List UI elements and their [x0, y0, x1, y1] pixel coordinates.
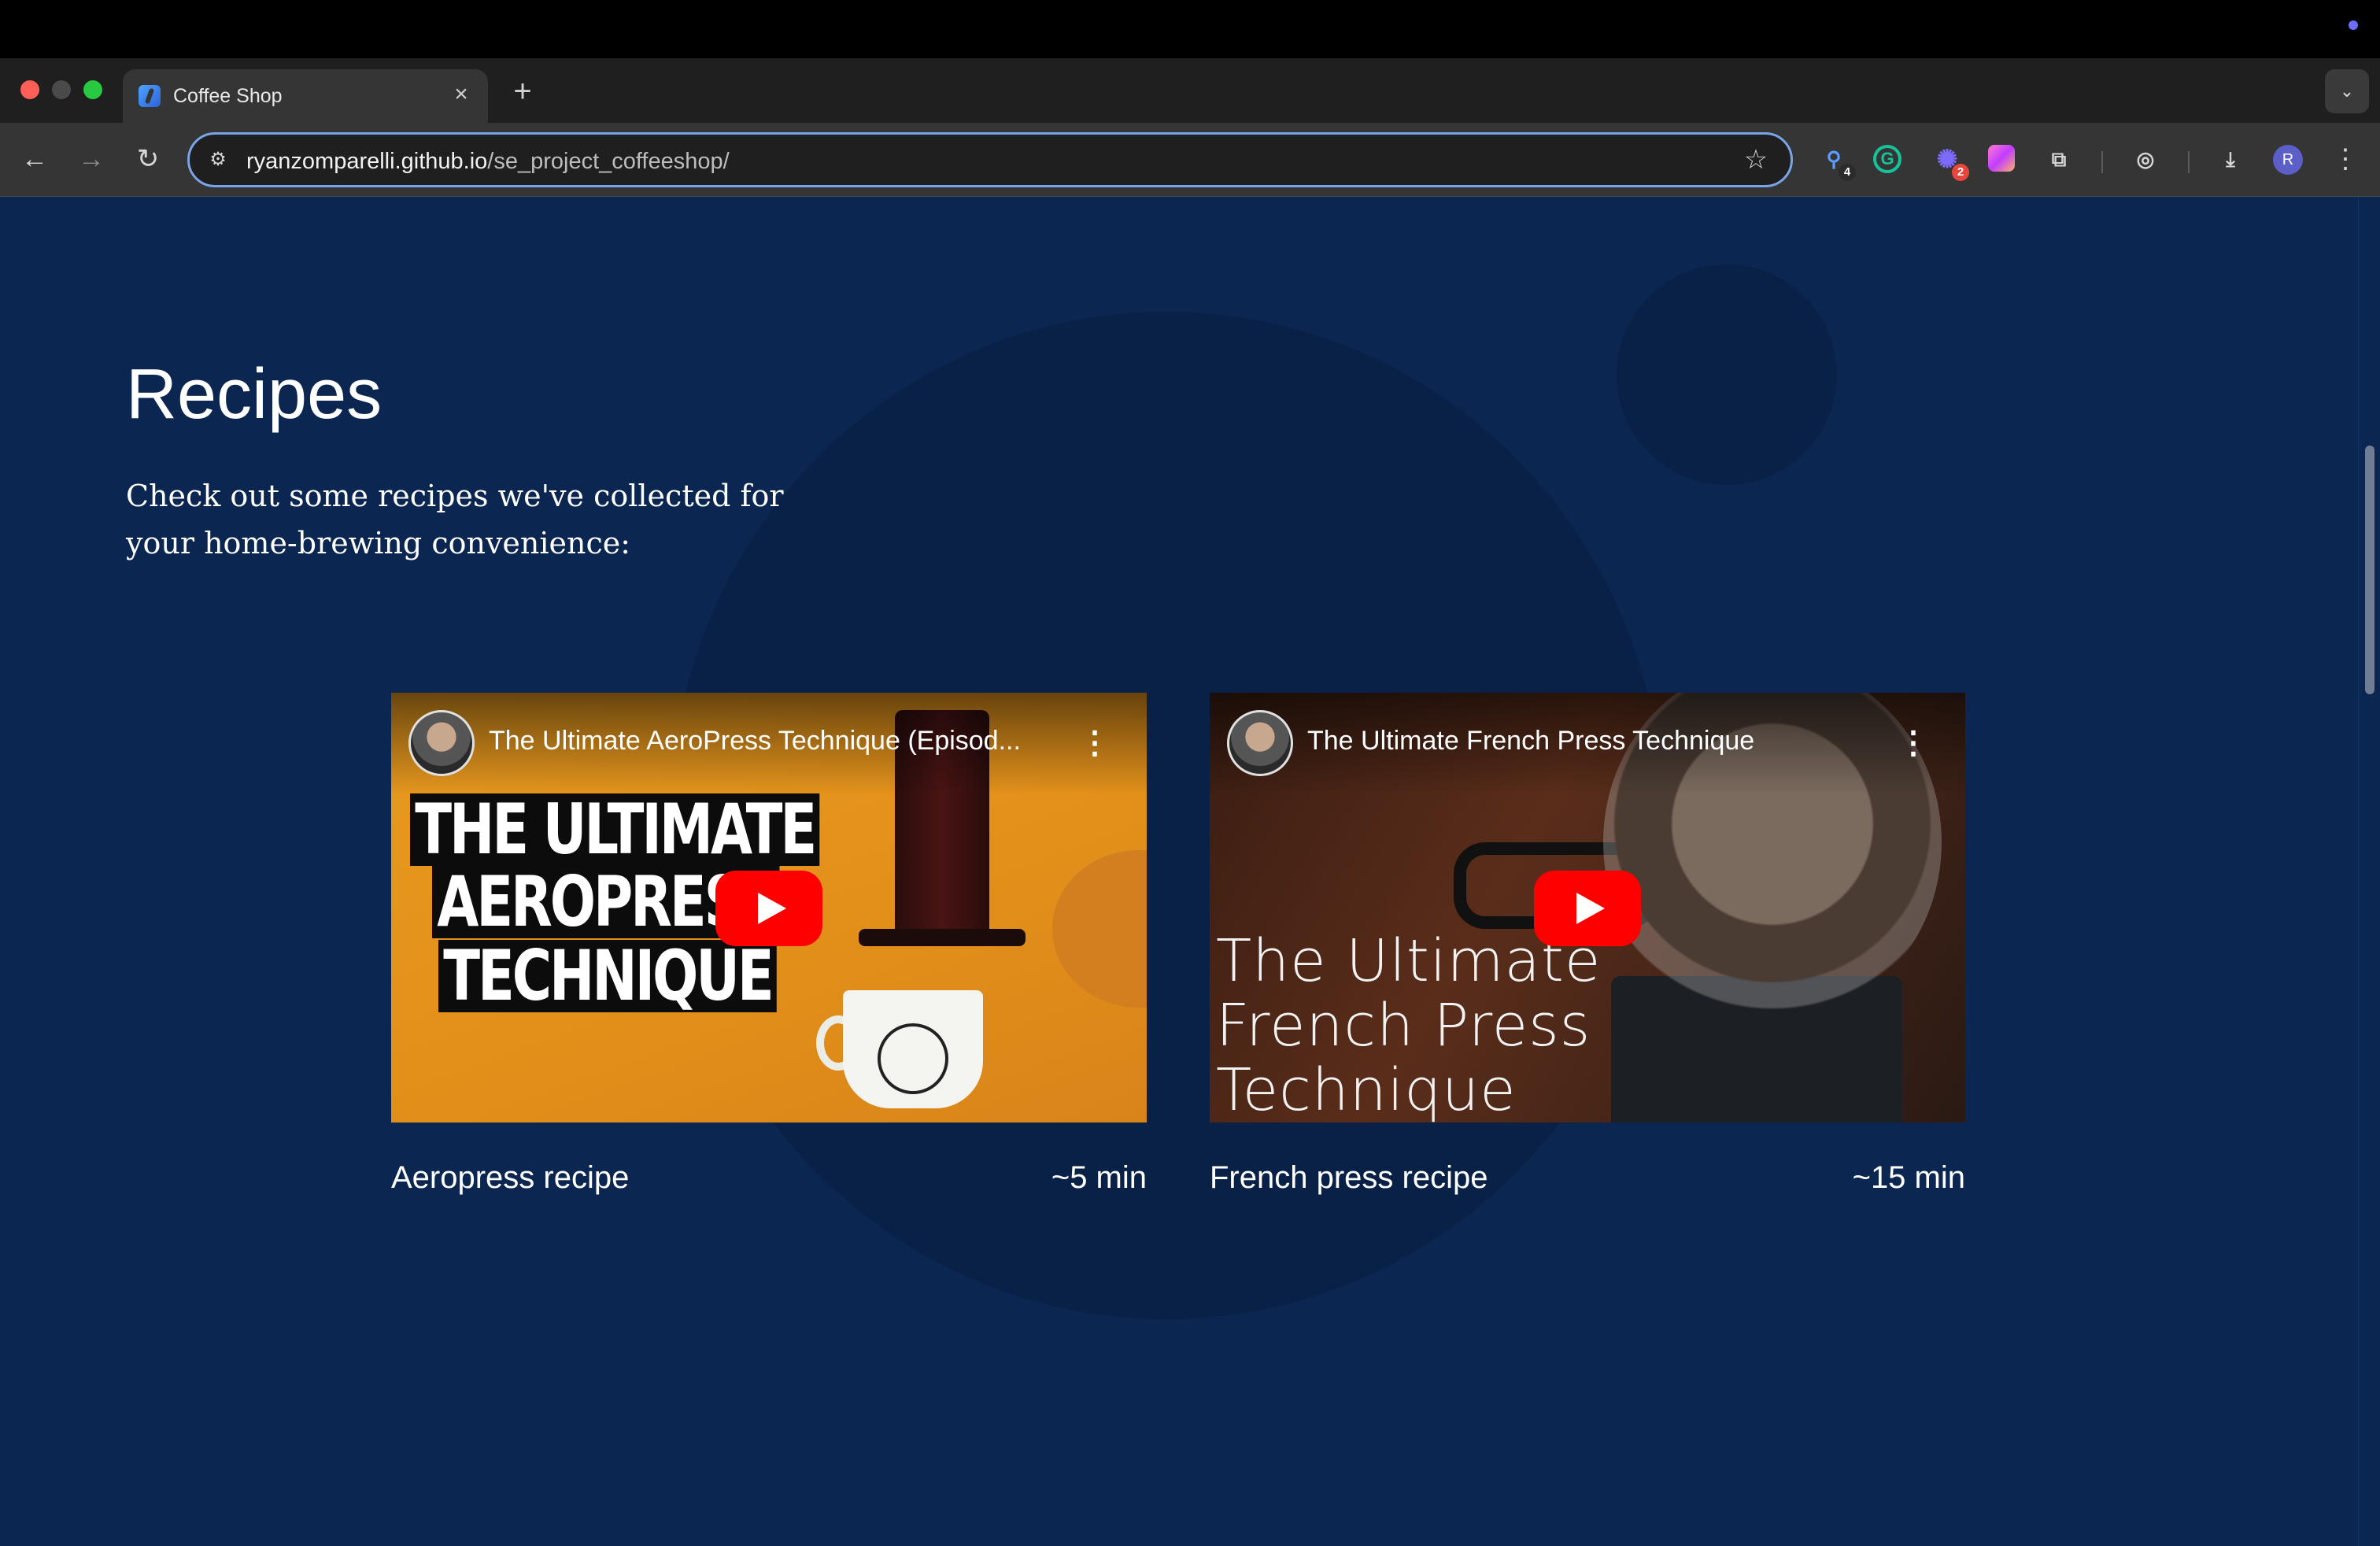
extensions-puzzle-icon[interactable]: ⧉	[2042, 142, 2076, 176]
browser-toolbar: ← → ↻ ⚙ ryanzomparelli.github.io/se_proj…	[0, 123, 2380, 197]
grammarly-icon[interactable]: G	[1873, 145, 1901, 173]
recipe-card: The Ultimate French Press Technique The …	[1210, 693, 1965, 1195]
channel-avatar[interactable]	[408, 710, 475, 776]
video-embed-aeropress[interactable]: THE ULTIMATE AEROPRESS TECHNIQUE The Ult…	[391, 693, 1147, 1123]
video-more-icon[interactable]: ⋮	[1079, 721, 1111, 765]
extension-1-icon[interactable]: ⚲ 4	[1816, 142, 1856, 181]
downloads-icon[interactable]: ⤓	[2213, 142, 2248, 176]
video-embed-french-press[interactable]: The Ultimate French Press Technique The …	[1210, 693, 1965, 1123]
coffee-bean-favicon-icon	[139, 85, 161, 107]
card-footer: Aeropress recipe ~5 min	[391, 1123, 1147, 1195]
browser-menu-icon[interactable]: ⋮	[2330, 142, 2361, 176]
aeropress-base-graphic	[859, 929, 1026, 946]
thumbnail-text: TECHNIQUE	[438, 940, 777, 1012]
bookmark-star-icon[interactable]: ☆	[1740, 144, 1772, 176]
tab-title: Coffee Shop	[173, 85, 283, 107]
recipe-name: French press recipe	[1210, 1160, 1488, 1195]
thumbnail-text-line: Technique	[1216, 1056, 1517, 1123]
back-button[interactable]: ←	[16, 140, 54, 178]
video-title[interactable]: The Ultimate French Press Technique	[1307, 726, 1874, 756]
video-more-icon[interactable]: ⋮	[1898, 721, 1929, 765]
google-lens-icon[interactable]: ◎	[2128, 142, 2163, 176]
site-settings-icon[interactable]: ⚙	[205, 147, 231, 172]
extension-badge: 2	[1952, 164, 1969, 181]
channel-avatar[interactable]	[1227, 710, 1293, 776]
tab-search-button[interactable]: ⌄	[2325, 69, 2369, 113]
extension-4-icon[interactable]	[1988, 145, 2015, 172]
coffee-splash-graphic	[1052, 850, 1147, 1008]
toolbar-divider	[2188, 151, 2190, 173]
url-path: /se_project_coffeeshop/	[487, 149, 730, 174]
card-footer: French press recipe ~15 min	[1210, 1123, 1965, 1195]
os-menu-bar	[0, 0, 2380, 58]
minimize-window-button[interactable]	[52, 80, 71, 99]
mug-logo-graphic	[878, 1023, 948, 1094]
play-button-icon[interactable]	[1534, 871, 1641, 946]
recipe-name: Aeropress recipe	[391, 1160, 630, 1195]
recipe-time: ~5 min	[1051, 1160, 1147, 1195]
thumbnail-text: The Ultimate French Press Technique	[1216, 929, 1601, 1123]
thumbnail-text: THE ULTIMATE	[410, 793, 820, 866]
url-host: ryanzomparelli.github.io	[246, 149, 488, 174]
recipe-card: THE ULTIMATE AEROPRESS TECHNIQUE The Ult…	[391, 693, 1147, 1195]
status-indicator-icon	[2349, 20, 2358, 30]
forward-button[interactable]: →	[72, 140, 110, 178]
recipe-time: ~15 min	[1852, 1160, 1965, 1195]
tab-strip: Coffee Shop × + ⌄	[0, 58, 2380, 123]
close-window-button[interactable]	[20, 80, 39, 99]
new-tab-button[interactable]: +	[505, 74, 540, 109]
video-title[interactable]: The Ultimate AeroPress Technique (Episod…	[489, 726, 1055, 756]
url-text[interactable]: ryanzomparelli.github.io/se_project_coff…	[246, 149, 730, 175]
scrollbar-thumb[interactable]	[2365, 446, 2374, 694]
tab-coffee-shop[interactable]: Coffee Shop ×	[123, 69, 488, 123]
page-scrollbar[interactable]	[2358, 197, 2380, 1546]
toolbar-divider	[2101, 151, 2103, 173]
maximize-window-button[interactable]	[83, 80, 102, 99]
close-tab-icon[interactable]: ×	[447, 80, 475, 109]
decorative-circle	[1617, 264, 1837, 485]
address-bar[interactable]: ⚙ ryanzomparelli.github.io/se_project_co…	[187, 132, 1793, 187]
page-subtitle: Check out some recipes we've collected f…	[126, 479, 784, 560]
page-viewport: Recipes Check out some recipes we've col…	[0, 197, 2380, 1546]
reload-button[interactable]: ↻	[129, 140, 167, 178]
extension-badge: 4	[1839, 164, 1856, 181]
play-button-icon[interactable]	[715, 871, 822, 946]
extension-3-icon[interactable]: ✺ 2	[1930, 142, 1969, 181]
thumbnail-text-line: French Press	[1216, 992, 1591, 1060]
profile-avatar[interactable]: R	[2273, 145, 2303, 175]
page-title: Recipes	[126, 355, 382, 434]
